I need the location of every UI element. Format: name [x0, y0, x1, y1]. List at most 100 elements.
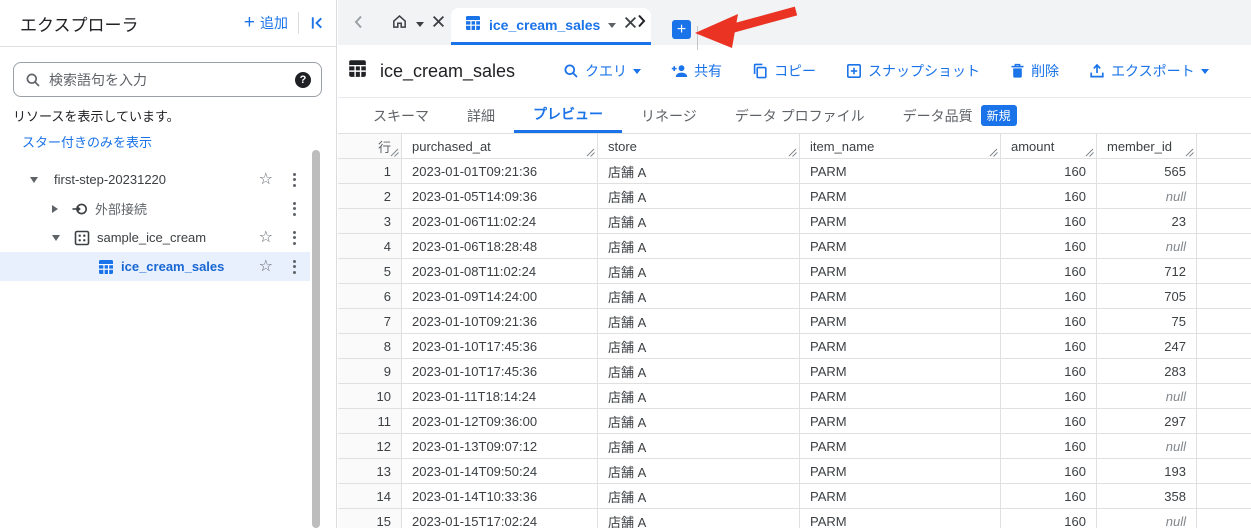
table-cell: 店舗 A: [598, 409, 800, 433]
tree-item-dataset[interactable]: sample_ice_cream ☆: [0, 223, 310, 252]
table-cell: 712: [1097, 259, 1197, 283]
table-row: 2 2023-01-05T14:09:36 店舗 A PARM 160 null: [338, 184, 1251, 209]
table-cell: 店舗 A: [598, 159, 800, 183]
resize-handle-icon[interactable]: [989, 148, 998, 157]
table-cell: PARM: [800, 509, 1001, 528]
tab-data-quality[interactable]: データ品質 新規: [884, 98, 1036, 133]
delete-button[interactable]: 削除: [1010, 61, 1059, 81]
add-data-button[interactable]: + 追加: [244, 13, 288, 33]
copy-button[interactable]: コピー: [752, 61, 816, 81]
table-cell: 店舗 A: [598, 184, 800, 208]
table-cell: 2023-01-06T11:02:24: [402, 209, 598, 233]
table-cell: 75: [1097, 309, 1197, 333]
button-label: スナップショット: [868, 63, 981, 79]
chevron-down-icon[interactable]: [52, 234, 60, 241]
tree-item-external-connection[interactable]: 外部接続: [0, 194, 310, 223]
table-cell: null: [1097, 509, 1197, 528]
table-subtabs: スキーマ 詳細 プレビュー リネージ データ プロファイル データ品質 新規: [338, 98, 1251, 133]
table-cell: 店舗 A: [598, 284, 800, 308]
page-title: ice_cream_sales: [380, 60, 516, 81]
collapse-panel-icon[interactable]: [309, 15, 326, 32]
resize-handle-icon[interactable]: [586, 148, 595, 157]
column-header-purchased-at: purchased_at: [402, 134, 598, 158]
table-row: 12 2023-01-13T09:07:12 店舗 A PARM 160 null: [338, 434, 1251, 459]
home-tab[interactable]: [391, 13, 445, 35]
table-cell: 店舗 A: [598, 334, 800, 358]
table-cell: 2023-01-06T18:28:48: [402, 234, 598, 258]
table-row: 4 2023-01-06T18:28:48 店舗 A PARM 160 null: [338, 234, 1251, 259]
explorer-header: エクスプローラ + 追加: [0, 0, 336, 47]
tab-lineage[interactable]: リネージ: [622, 98, 716, 133]
table-cell: null: [1097, 434, 1197, 458]
new-tab-button[interactable]: +: [672, 20, 691, 39]
column-header-item-name: item_name: [800, 134, 1001, 158]
star-icon[interactable]: ☆: [259, 258, 273, 275]
chevron-down-icon[interactable]: [416, 21, 424, 27]
tab-preview[interactable]: プレビュー: [514, 98, 622, 133]
star-icon[interactable]: ☆: [259, 171, 273, 188]
table-cell-empty: [1197, 509, 1251, 528]
table-cell: 2: [338, 184, 402, 208]
kebab-menu-icon[interactable]: [287, 172, 302, 187]
table-cell: PARM: [800, 184, 1001, 208]
kebab-menu-icon[interactable]: [287, 230, 302, 245]
tab-details[interactable]: 詳細: [448, 98, 514, 133]
table-cell-empty: [1197, 384, 1251, 408]
search-input[interactable]: 検索語句を入力 ?: [13, 62, 322, 97]
kebab-menu-icon[interactable]: [287, 259, 302, 274]
table-cell: 店舗 A: [598, 434, 800, 458]
resize-handle-icon[interactable]: [1085, 148, 1094, 157]
resize-handle-icon[interactable]: [390, 148, 399, 157]
table-icon: [348, 59, 367, 83]
tab-ice-cream-sales[interactable]: ice_cream_sales: [451, 8, 652, 45]
table-cell-empty: [1197, 209, 1251, 233]
chevron-right-icon[interactable]: [52, 204, 58, 213]
table-cell: 160: [1001, 284, 1097, 308]
column-label: purchased_at: [412, 138, 491, 154]
close-icon[interactable]: [432, 15, 445, 33]
plus-icon: +: [243, 11, 255, 33]
share-button[interactable]: 共有: [671, 61, 722, 81]
table-cell: 店舗 A: [598, 209, 800, 233]
search-placeholder: 検索語句を入力: [49, 71, 147, 88]
resize-handle-icon[interactable]: [788, 148, 797, 157]
query-button[interactable]: クエリ: [563, 61, 642, 81]
column-label: amount: [1011, 138, 1055, 154]
star-icon[interactable]: ☆: [259, 229, 273, 246]
export-button[interactable]: エクスポート: [1089, 61, 1209, 81]
show-starred-only-link[interactable]: スター付きのみを表示: [22, 132, 336, 151]
table-cell: 店舗 A: [598, 384, 800, 408]
export-icon: [1090, 63, 1104, 78]
kebab-menu-icon[interactable]: [287, 201, 302, 216]
grid-body: 1 2023-01-01T09:21:36 店舗 A PARM 160 565 2 2023-…: [338, 159, 1251, 528]
search-icon: [564, 64, 578, 78]
snapshot-button[interactable]: スナップショット: [846, 61, 980, 81]
tab-schema[interactable]: スキーマ: [354, 98, 448, 133]
table-cell: 160: [1001, 234, 1097, 258]
tab-label: データ品質: [902, 107, 973, 124]
table-cell: 2023-01-01T09:21:36: [402, 159, 598, 183]
tab-label: データ プロファイル: [734, 107, 865, 124]
table-cell-empty: [1197, 409, 1251, 433]
table-cell: 11: [338, 409, 402, 433]
scroll-tabs-right-icon[interactable]: [633, 13, 649, 29]
button-label: クエリ: [585, 63, 628, 79]
editor-tabstrip: ice_cream_sales +: [338, 0, 1251, 50]
table-row: 10 2023-01-11T18:14:24 店舗 A PARM 160 null: [338, 384, 1251, 409]
chevron-down-icon[interactable]: [30, 176, 38, 183]
chevron-down-icon[interactable]: [608, 22, 617, 28]
table-cell-empty: [1197, 459, 1251, 483]
table-cell: 5: [338, 259, 402, 283]
table-cell: 2023-01-09T14:24:00: [402, 284, 598, 308]
tab-data-profile[interactable]: データ プロファイル: [716, 98, 884, 133]
table-cell: 160: [1001, 434, 1097, 458]
tree-item-project[interactable]: first-step-20231220 ☆: [0, 165, 310, 194]
table-header: ice_cream_sales クエリ 共有 コピー スナップショット 削除 エ…: [338, 45, 1251, 98]
help-icon[interactable]: ?: [295, 71, 311, 88]
tree-item-table-selected[interactable]: ice_cream_sales ☆: [0, 252, 310, 281]
scroll-tabs-left-icon[interactable]: [351, 14, 367, 30]
table-cell: 2023-01-11T18:14:24: [402, 384, 598, 408]
sidebar-scrollbar[interactable]: [312, 150, 320, 528]
resize-handle-icon[interactable]: [1185, 148, 1194, 157]
table-cell-empty: [1197, 309, 1251, 333]
